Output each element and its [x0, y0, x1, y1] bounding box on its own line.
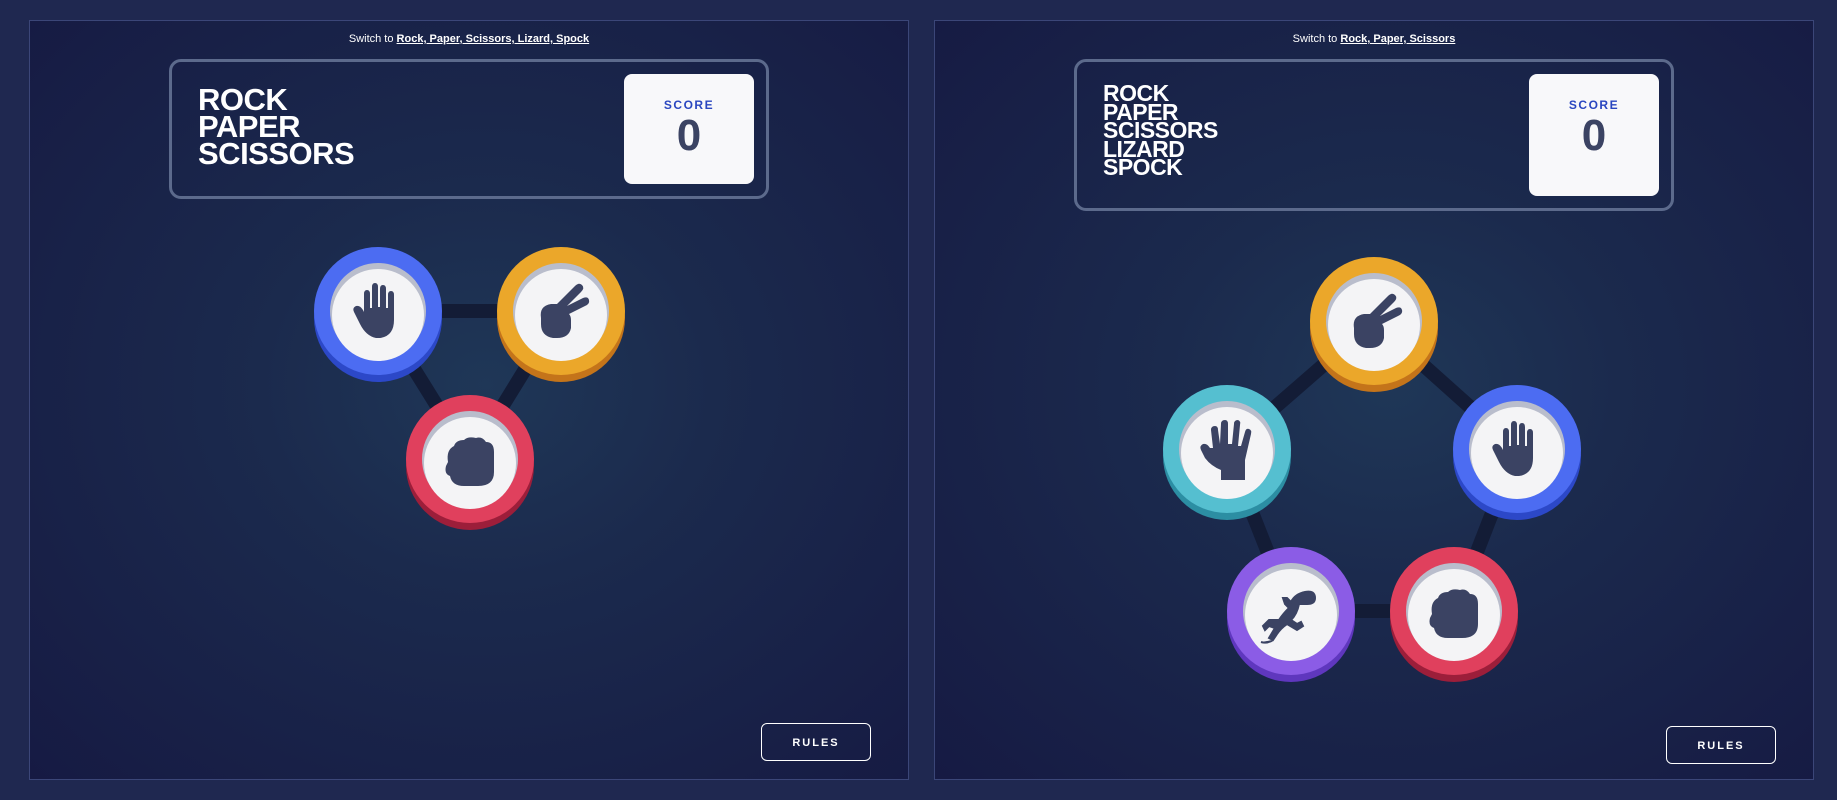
rules-button[interactable]: RULES — [1666, 726, 1776, 764]
choice-board — [314, 247, 625, 530]
rps-game-panel: Switch to Rock, Paper, Scissors, Lizard,… — [29, 20, 909, 780]
scissors-choice-button[interactable] — [1310, 257, 1438, 392]
paper-choice-button[interactable] — [314, 247, 442, 382]
lizard-choice-button[interactable] — [1227, 547, 1355, 682]
rpsls-game-panel: Switch to Rock, Paper, Scissors ROCK PAP… — [934, 20, 1814, 780]
rules-button[interactable]: RULES — [761, 723, 871, 761]
rock-choice-button[interactable] — [406, 395, 534, 530]
rock-choice-button[interactable] — [1390, 547, 1518, 682]
scissors-choice-button[interactable] — [497, 247, 625, 382]
choice-board — [1163, 257, 1581, 682]
spock-choice-button[interactable] — [1163, 385, 1291, 520]
paper-choice-button[interactable] — [1453, 385, 1581, 520]
